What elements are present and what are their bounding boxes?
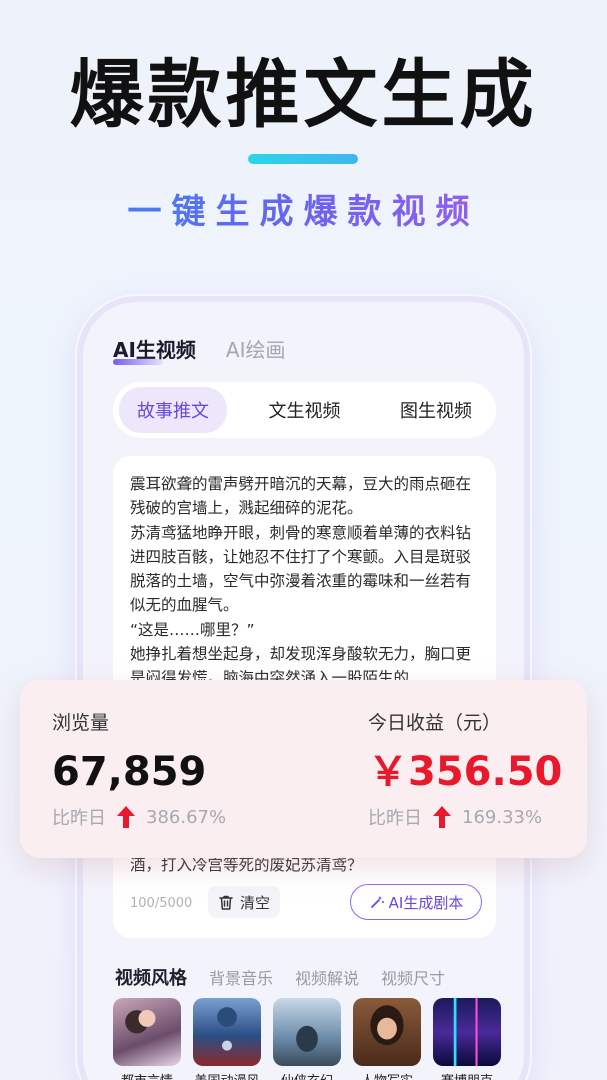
style-label: 赛博朋克 <box>433 1070 501 1080</box>
earnings-value: ￥356.50 <box>368 749 563 795</box>
trend-up-icon <box>117 806 135 828</box>
clear-button[interactable]: 清空 <box>208 886 281 918</box>
style-label: 美国动漫风 <box>193 1070 261 1080</box>
clear-button-label: 清空 <box>240 893 271 912</box>
style-option-american-comic[interactable]: 美国动漫风 <box>193 998 261 1080</box>
hero-subtitle: 一键生成爆款视频 <box>0 184 607 233</box>
mode-segmented-control: 故事推文 文生视频 图生视频 <box>113 382 496 438</box>
tab-ai-painting[interactable]: AI绘画 <box>226 334 286 363</box>
style-thumbnail-image <box>353 998 421 1066</box>
views-label: 浏览量 <box>52 712 110 734</box>
views-compare: 比昨日 386.67% <box>52 804 226 830</box>
stats-card: 浏览量 67,859 比昨日 386.67% 今日收益（元） ￥356.50 比… <box>20 680 587 858</box>
style-label: 人物写实 <box>353 1070 421 1080</box>
char-max: /5000 <box>154 896 193 911</box>
magic-wand-icon <box>370 896 384 908</box>
story-text[interactable]: 震耳欲聋的雷声劈开暗沉的天幕，豆大的雨点砸在残破的宫墙上，溅起细碎的泥花。 苏清… <box>130 472 482 691</box>
segment-image-to-video[interactable]: 图生视频 <box>382 387 490 433</box>
style-option-xianxia-fantasy[interactable]: 仙侠玄幻 <box>273 998 341 1080</box>
tab-ai-painting-label: AI绘画 <box>225 338 286 362</box>
style-option-realistic-portrait[interactable]: 人物写实 <box>353 998 421 1080</box>
tab-background-music[interactable]: 背景音乐 <box>209 965 273 989</box>
style-option-urban-romance[interactable]: 都市言情 <box>113 998 181 1080</box>
tab-video-size[interactable]: 视频尺寸 <box>381 965 445 989</box>
style-label: 仙侠玄幻 <box>273 1070 341 1080</box>
options-tab-bar: 视频风格 背景音乐 视频解说 视频尺寸 <box>115 964 445 990</box>
segment-story-tweet[interactable]: 故事推文 <box>119 387 227 433</box>
hero-title-underline <box>248 154 358 164</box>
style-thumbnail-image <box>113 998 181 1066</box>
earnings-compare: 比昨日 169.33% <box>368 804 542 830</box>
views-value: 67,859 <box>52 749 207 795</box>
earnings-compare-label: 比昨日 <box>368 808 422 829</box>
ai-generate-script-button[interactable]: AI生成剧本 <box>350 884 482 920</box>
views-compare-label: 比昨日 <box>52 808 106 829</box>
style-option-cyberpunk[interactable]: 赛博朋克 <box>433 998 501 1080</box>
tab-video-narration[interactable]: 视频解说 <box>295 965 359 989</box>
views-change: 386.67% <box>146 806 227 828</box>
earnings-change: 169.33% <box>462 806 543 828</box>
style-thumbnail-image <box>433 998 501 1066</box>
trend-up-icon <box>433 806 451 828</box>
earnings-label: 今日收益（元） <box>368 712 502 734</box>
tab-ai-video[interactable]: AI生视频 <box>113 334 196 365</box>
hero-title: 爆款推文生成 <box>69 52 538 138</box>
top-tab-bar: AI生视频 AI绘画 <box>113 334 286 365</box>
ai-generate-script-label: AI生成剧本 <box>388 893 464 912</box>
segment-text-to-video[interactable]: 文生视频 <box>251 387 359 433</box>
tab-ai-video-label: AI生视频 <box>113 338 196 362</box>
tab-video-style[interactable]: 视频风格 <box>115 964 187 990</box>
char-count: 100 <box>130 896 155 911</box>
style-list: 都市言情 美国动漫风 仙侠玄幻 人物写实 赛博朋克 <box>113 998 501 1080</box>
trash-icon <box>219 895 233 910</box>
char-counter: 100/5000 <box>130 896 192 911</box>
style-thumbnail-image <box>193 998 261 1066</box>
style-thumbnail-image <box>273 998 341 1066</box>
style-label: 都市言情 <box>113 1070 181 1080</box>
